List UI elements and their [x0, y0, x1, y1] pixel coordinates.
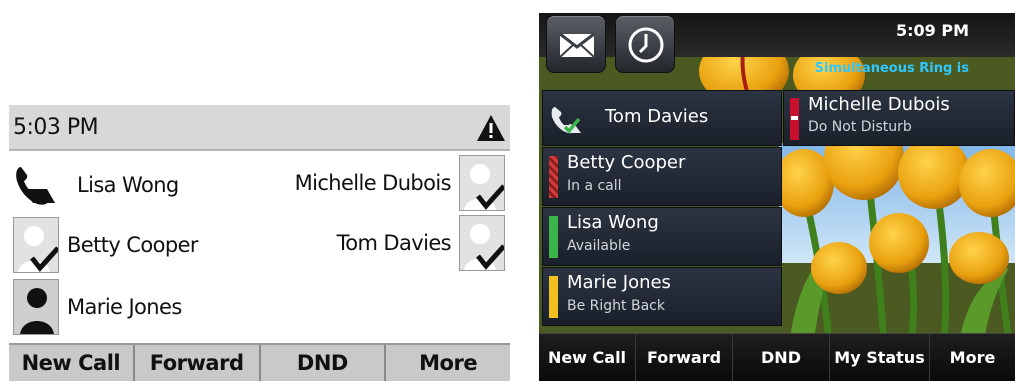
avatar — [13, 217, 59, 273]
line-key-tom-davies[interactable]: Tom Davies — [542, 90, 782, 146]
line-name: Marie Jones — [567, 272, 671, 293]
contact-line-betty-cooper[interactable]: Betty Cooper — [13, 215, 263, 275]
my-status-softkey[interactable]: My Status — [830, 334, 930, 381]
clock: 5:09 PM — [895, 21, 969, 40]
person-available-icon — [464, 224, 504, 270]
available-indicator — [549, 216, 558, 258]
envelope-icon — [559, 32, 595, 58]
avatar — [459, 215, 505, 271]
contact-line-marie-jones[interactable]: Marie Jones — [13, 277, 263, 337]
contact-name: Betty Cooper — [67, 233, 199, 257]
softkey-bar: New Call Forward DND More — [9, 343, 510, 381]
more-softkey[interactable]: More — [930, 334, 1015, 381]
line-status: Available — [567, 238, 631, 254]
status-bar: 5:03 PM — [9, 105, 510, 151]
new-call-softkey[interactable]: New Call — [539, 334, 636, 381]
dnd-indicator — [790, 98, 799, 140]
brb-indicator — [549, 276, 558, 318]
more-softkey[interactable]: More — [386, 345, 510, 381]
active-call-icon — [551, 107, 581, 134]
softkey-bar: New Call Forward DND My Status More — [539, 333, 1015, 381]
messages-button[interactable] — [546, 15, 606, 73]
line-key-betty-cooper[interactable]: Betty Cooper In a call — [542, 147, 782, 206]
person-away-icon — [20, 288, 54, 334]
contact-name: Michelle Dubois — [294, 171, 452, 195]
forward-softkey[interactable]: Forward — [135, 345, 261, 381]
contact-line-michelle-dubois[interactable]: Michelle Dubois — [269, 153, 505, 213]
line-name: Lisa Wong — [567, 212, 659, 233]
busy-indicator — [549, 156, 558, 198]
clock: 5:03 PM — [13, 115, 99, 140]
line-name: Tom Davies — [605, 106, 709, 127]
contact-name: Lisa Wong — [77, 173, 179, 197]
line-key-michelle-dubois[interactable]: Michelle Dubois Do Not Disturb — [783, 90, 1015, 146]
clock-icon — [628, 27, 664, 63]
avatar — [459, 155, 505, 211]
line-status: Do Not Disturb — [808, 119, 912, 135]
avatar — [13, 279, 59, 335]
dnd-softkey[interactable]: DND — [733, 334, 830, 381]
contact-name: Tom Davies — [336, 231, 452, 255]
call-history-button[interactable] — [615, 15, 675, 73]
line-status: In a call — [567, 178, 622, 194]
person-available-icon — [464, 164, 504, 210]
line-name: Michelle Dubois — [808, 94, 950, 115]
color-phone-screen: 5:09 PM Simultaneous Ring is Tom Davies … — [539, 13, 1015, 381]
dnd-softkey[interactable]: DND — [261, 345, 387, 381]
monochrome-phone-screen: 5:03 PM Lisa Wong Michelle Dubois Betty … — [9, 105, 510, 381]
line-status: Be Right Back — [567, 298, 665, 314]
line-key-lisa-wong[interactable]: Lisa Wong Available — [542, 207, 782, 266]
forward-softkey[interactable]: Forward — [636, 334, 733, 381]
person-available-icon — [18, 226, 58, 272]
contact-name: Marie Jones — [67, 295, 182, 319]
warning-icon[interactable] — [476, 113, 506, 143]
contact-line-lisa-wong[interactable]: Lisa Wong — [13, 155, 263, 215]
handset-icon — [16, 167, 55, 205]
contact-line-tom-davies[interactable]: Tom Davies — [269, 213, 505, 273]
new-call-softkey[interactable]: New Call — [9, 345, 135, 381]
line-name: Betty Cooper — [567, 152, 686, 173]
status-ticker: Simultaneous Ring is — [814, 61, 969, 76]
line-key-marie-jones[interactable]: Marie Jones Be Right Back — [542, 267, 782, 326]
